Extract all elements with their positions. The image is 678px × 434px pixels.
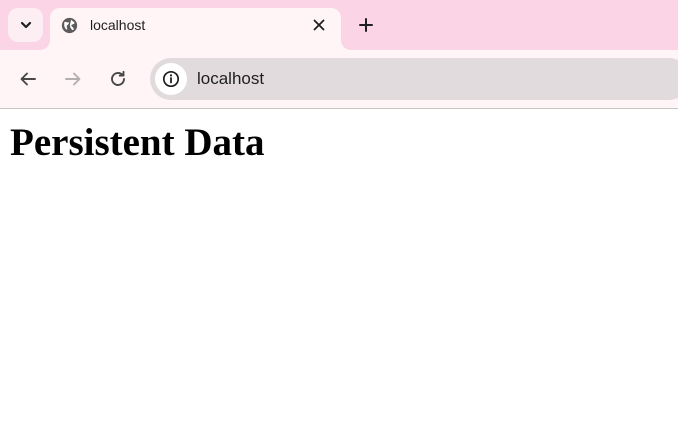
browser-window: localhost localhost Persistent Data: [0, 0, 678, 434]
arrow-left-icon: [20, 72, 36, 86]
tab-title: localhost: [90, 17, 146, 33]
browser-toolbar: localhost: [0, 50, 678, 108]
address-bar[interactable]: localhost: [150, 58, 678, 100]
chevron-down-icon: [20, 21, 31, 29]
site-info-button[interactable]: [155, 63, 187, 95]
page-title: Persistent Data: [10, 121, 265, 164]
new-tab-button[interactable]: [354, 13, 378, 37]
info-icon: [162, 70, 180, 88]
plus-icon: [359, 18, 373, 32]
tab-close-button[interactable]: [309, 15, 329, 35]
arrow-right-icon: [65, 72, 81, 86]
forward-button[interactable]: [61, 67, 85, 91]
reload-icon: [111, 70, 125, 86]
tab-search-button[interactable]: [8, 8, 43, 42]
url-text: localhost: [197, 69, 265, 88]
tab-localhost[interactable]: localhost: [50, 8, 341, 50]
globe-icon: [61, 17, 78, 34]
reload-button[interactable]: [106, 67, 130, 91]
tab-strip: localhost: [0, 0, 678, 50]
page-content: Persistent Data: [0, 109, 678, 434]
close-icon: [313, 19, 325, 31]
back-button[interactable]: [16, 67, 40, 91]
